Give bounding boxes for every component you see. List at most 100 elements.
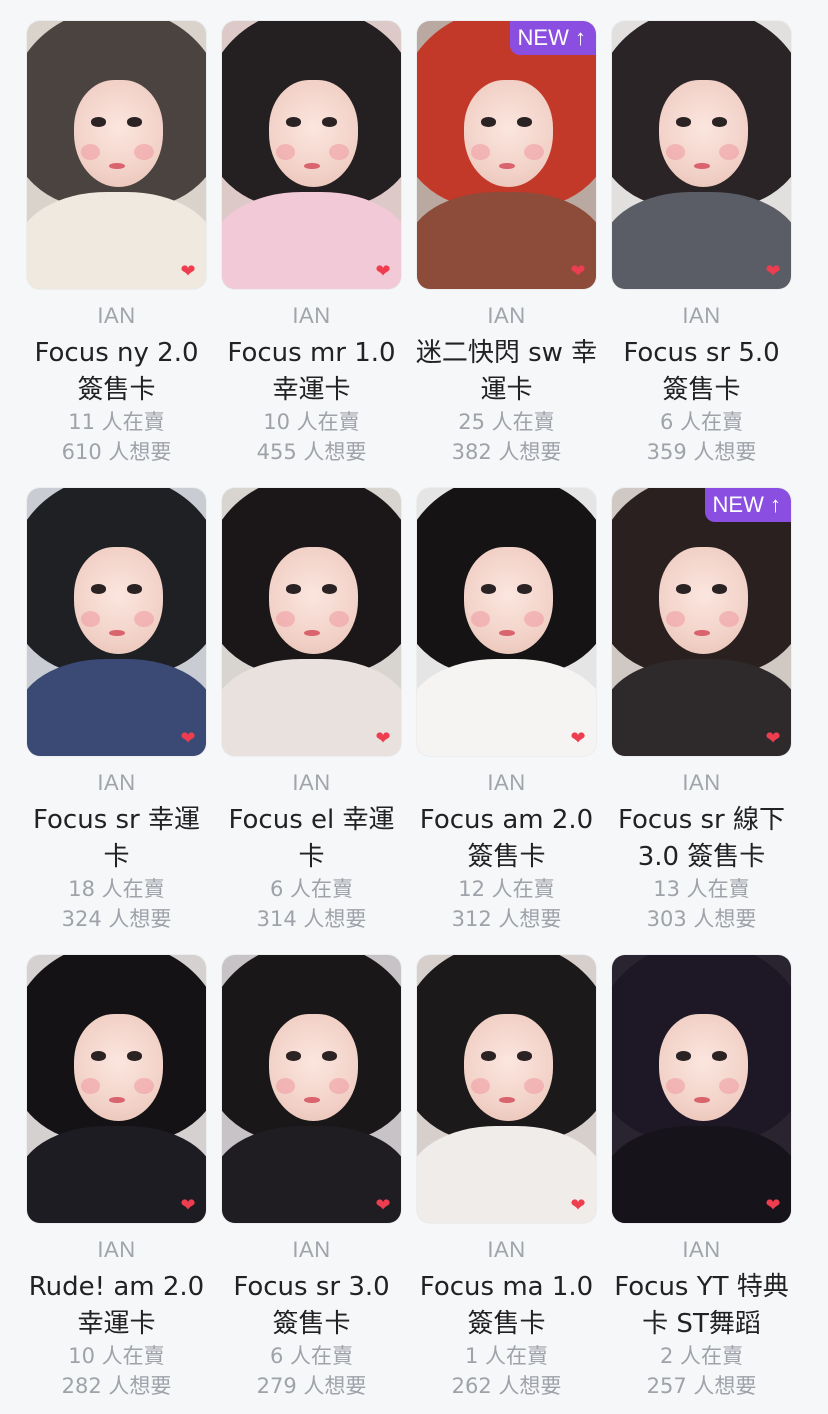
card-title[interactable]: Rude! am 2.0 幸運卡 (22, 1269, 212, 1339)
selling-count: 11 人在賣 (68, 410, 165, 434)
card-photo[interactable]: NEW ↑ ❤ (417, 21, 596, 289)
card-title[interactable]: Focus am 2.0 簽售卡 (412, 802, 602, 872)
photo-eye (322, 1051, 337, 1061)
photo-eye (91, 1051, 106, 1061)
card-stats: 6 人在賣 314 人想要 (257, 874, 367, 934)
card-title[interactable]: Focus YT 特典卡 ST舞蹈 (607, 1269, 797, 1339)
photocard-item[interactable]: ❤ IAN Focus ny 2.0 簽售卡 11 人在賣 610 人想要 (19, 0, 214, 467)
photocard-item[interactable]: NEW ↑ ❤ IAN 迷二快閃 sw 幸運卡 25 人在賣 382 人想要 (409, 0, 604, 467)
card-photo[interactable]: ❤ (417, 488, 596, 756)
photocard-item[interactable]: ❤ IAN Focus YT 特典卡 ST舞蹈 2 人在賣 257 人想要 (604, 934, 799, 1401)
heart-icon[interactable]: ❤ (568, 262, 588, 281)
selling-count: 10 人在賣 (68, 1344, 165, 1368)
artist-name: IAN (682, 302, 721, 328)
photocard-item[interactable]: ❤ IAN Focus mr 1.0 幸運卡 10 人在賣 455 人想要 (214, 0, 409, 467)
photo-eye (91, 584, 106, 594)
heart-icon[interactable]: ❤ (763, 262, 783, 281)
photo-eye (481, 584, 496, 594)
selling-count: 1 人在賣 (464, 1344, 549, 1368)
card-photo[interactable]: ❤ (417, 955, 596, 1223)
card-photo[interactable]: ❤ (222, 21, 401, 289)
photo-face (268, 1013, 359, 1121)
card-title[interactable]: 迷二快閃 sw 幸運卡 (412, 335, 602, 405)
selling-count: 10 人在賣 (263, 410, 360, 434)
heart-icon[interactable]: ❤ (568, 729, 588, 748)
photo-eye (127, 117, 142, 127)
card-photo[interactable]: ❤ (222, 955, 401, 1223)
photo-eye (481, 117, 496, 127)
photocard-item[interactable]: ❤ IAN Focus sr 3.0 簽售卡 6 人在賣 279 人想要 (214, 934, 409, 1401)
heart-icon[interactable]: ❤ (178, 262, 198, 281)
artist-name: IAN (487, 1236, 526, 1262)
artist-name: IAN (97, 769, 136, 795)
photo-face (658, 79, 749, 187)
photo-face (268, 79, 359, 187)
card-stats: 10 人在賣 455 人想要 (257, 407, 367, 467)
photocard-item[interactable]: ❤ IAN Focus sr 幸運卡 18 人在賣 324 人想要 (19, 467, 214, 934)
artist-name: IAN (487, 769, 526, 795)
card-title[interactable]: Focus mr 1.0 幸運卡 (217, 335, 407, 405)
photo-eye (286, 1051, 301, 1061)
heart-icon[interactable]: ❤ (763, 1196, 783, 1215)
card-title[interactable]: Focus sr 5.0 簽售卡 (607, 335, 797, 405)
photo-eye (286, 117, 301, 127)
card-photo[interactable]: ❤ (27, 955, 206, 1223)
photocard-item[interactable]: NEW ↑ ❤ IAN Focus sr 線下3.0 簽售卡 13 人在賣 30… (604, 467, 799, 934)
artist-name: IAN (682, 769, 721, 795)
photo-eye (712, 1051, 727, 1061)
wanting-count: 279 人想要 (256, 1374, 367, 1398)
selling-count: 6 人在賣 (269, 877, 354, 901)
photo-eye (517, 584, 532, 594)
card-title[interactable]: Focus ma 1.0 簽售卡 (412, 1269, 602, 1339)
card-photo[interactable]: ❤ (27, 21, 206, 289)
card-photo[interactable]: ❤ (612, 955, 791, 1223)
wanting-count: 455 人想要 (256, 440, 367, 464)
new-badge: NEW ↑ (509, 21, 596, 55)
selling-count: 6 人在賣 (269, 1344, 354, 1368)
new-badge: NEW ↑ (704, 488, 791, 522)
heart-icon[interactable]: ❤ (178, 729, 198, 748)
wanting-count: 359 人想要 (646, 440, 757, 464)
photo-face (463, 546, 554, 654)
card-stats: 18 人在賣 324 人想要 (62, 874, 172, 934)
heart-icon[interactable]: ❤ (763, 729, 783, 748)
card-photo[interactable]: ❤ (27, 488, 206, 756)
photo-eye (322, 117, 337, 127)
photo-eye (127, 1051, 142, 1061)
card-title[interactable]: Focus sr 線下3.0 簽售卡 (607, 802, 797, 872)
artist-name: IAN (487, 302, 526, 328)
heart-icon[interactable]: ❤ (178, 1196, 198, 1215)
photocard-item[interactable]: ❤ IAN Focus am 2.0 簽售卡 12 人在賣 312 人想要 (409, 467, 604, 934)
wanting-count: 314 人想要 (256, 907, 367, 931)
card-title[interactable]: Focus el 幸運卡 (217, 802, 407, 872)
heart-icon[interactable]: ❤ (373, 729, 393, 748)
photo-eye (676, 117, 691, 127)
photo-eye (676, 584, 691, 594)
photo-face (463, 1013, 554, 1121)
selling-count: 25 人在賣 (458, 410, 555, 434)
card-photo[interactable]: ❤ (222, 488, 401, 756)
photo-face (73, 79, 164, 187)
heart-icon[interactable]: ❤ (568, 1196, 588, 1215)
card-title[interactable]: Focus ny 2.0 簽售卡 (22, 335, 212, 405)
photocard-item[interactable]: ❤ IAN Focus sr 5.0 簽售卡 6 人在賣 359 人想要 (604, 0, 799, 467)
wanting-count: 257 人想要 (646, 1374, 757, 1398)
card-title[interactable]: Focus sr 幸運卡 (22, 802, 212, 872)
card-stats: 1 人在賣 262 人想要 (452, 1341, 562, 1401)
photo-eye (517, 1051, 532, 1061)
card-title[interactable]: Focus sr 3.0 簽售卡 (217, 1269, 407, 1339)
photo-eye (91, 117, 106, 127)
card-photo[interactable]: ❤ (612, 21, 791, 289)
wanting-count: 312 人想要 (451, 907, 562, 931)
photocard-item[interactable]: ❤ IAN Focus ma 1.0 簽售卡 1 人在賣 262 人想要 (409, 934, 604, 1401)
heart-icon[interactable]: ❤ (373, 1196, 393, 1215)
artist-name: IAN (292, 769, 331, 795)
card-photo[interactable]: NEW ↑ ❤ (612, 488, 791, 756)
photo-eye (676, 1051, 691, 1061)
heart-icon[interactable]: ❤ (373, 262, 393, 281)
photo-face (73, 1013, 164, 1121)
photo-face (658, 1013, 749, 1121)
photocard-item[interactable]: ❤ IAN Rude! am 2.0 幸運卡 10 人在賣 282 人想要 (19, 934, 214, 1401)
photocard-item[interactable]: ❤ IAN Focus el 幸運卡 6 人在賣 314 人想要 (214, 467, 409, 934)
selling-count: 13 人在賣 (653, 877, 750, 901)
